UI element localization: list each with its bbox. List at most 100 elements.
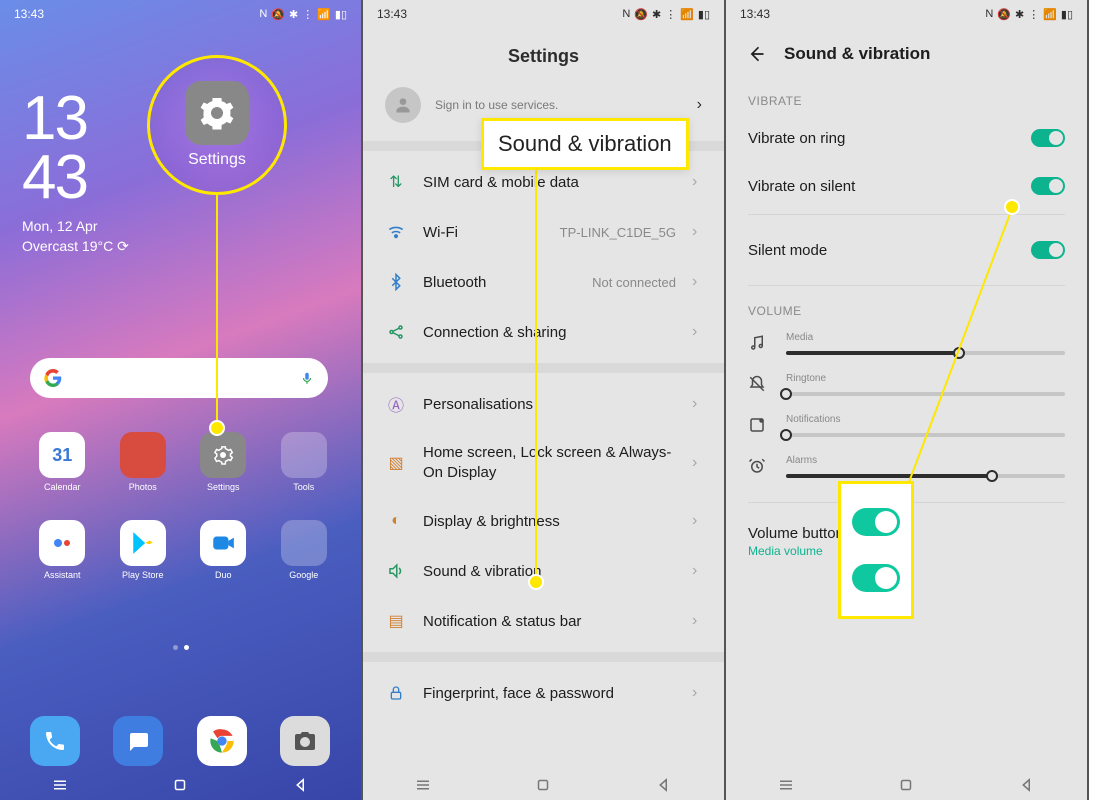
dock bbox=[30, 716, 330, 766]
share-icon bbox=[385, 321, 407, 343]
slider-media[interactable]: Media bbox=[726, 324, 1087, 365]
nav-recent-icon[interactable] bbox=[414, 776, 432, 794]
callout-toggle-2 bbox=[852, 564, 900, 592]
dock-phone[interactable] bbox=[30, 716, 80, 766]
clock-minute: 43 bbox=[22, 149, 129, 208]
home-icon: ▧ bbox=[385, 452, 407, 474]
row-vibrate-ring[interactable]: Vibrate on ring bbox=[726, 114, 1087, 162]
status-bar: 13:43 N🔕✱⋮📶▮▯ bbox=[363, 0, 724, 28]
clock-hour: 13 bbox=[22, 90, 129, 149]
sound-icon bbox=[385, 560, 407, 582]
battery-icon: ▮▯ bbox=[335, 8, 347, 21]
profile-sub: Sign in to use services. bbox=[435, 98, 683, 112]
settings-large-icon[interactable] bbox=[185, 81, 249, 145]
wifi-icon: ⋮ bbox=[302, 8, 313, 21]
row-homescreen[interactable]: ▧Home screen, Lock screen & Always-On Di… bbox=[363, 429, 724, 496]
status-bar: 13:43 N 🔕 ✱ ⋮ 📶 ▮▯ bbox=[0, 0, 361, 28]
status-time: 13:43 bbox=[14, 7, 44, 21]
nav-bar bbox=[0, 770, 361, 800]
app-settings[interactable]: Settings bbox=[189, 432, 258, 492]
settings-list-2: ⒶPersonalisations› ▧Home screen, Lock sc… bbox=[363, 373, 724, 652]
settings-list-1: ⇅SIM card & mobile data› Wi-FiTP-LINK_C1… bbox=[363, 151, 724, 363]
mic-icon[interactable] bbox=[300, 368, 314, 388]
row-sound[interactable]: Sound & vibration› bbox=[363, 546, 724, 596]
dock-chrome[interactable] bbox=[197, 716, 247, 766]
nfc-icon: N bbox=[259, 8, 267, 20]
nav-home-icon[interactable] bbox=[171, 776, 189, 794]
row-bluetooth[interactable]: BluetoothNot connected› bbox=[363, 257, 724, 307]
nav-recent-icon[interactable] bbox=[777, 776, 795, 794]
row-personalisations[interactable]: ⒶPersonalisations› bbox=[363, 379, 724, 429]
header-bar: Sound & vibration bbox=[726, 28, 1087, 80]
slider-notifications[interactable]: Notifications bbox=[726, 406, 1087, 447]
palette-icon: Ⓐ bbox=[385, 393, 407, 415]
app-duo[interactable]: Duo bbox=[189, 520, 258, 580]
app-playstore[interactable]: Play Store bbox=[109, 520, 178, 580]
dock-camera[interactable] bbox=[280, 716, 330, 766]
callout-toggle-1 bbox=[852, 508, 900, 536]
toggle-vibrate-ring[interactable] bbox=[1031, 129, 1065, 147]
row-silent-mode[interactable]: Silent mode bbox=[726, 219, 1087, 281]
lock-icon bbox=[385, 682, 407, 704]
nav-home-icon[interactable] bbox=[534, 776, 552, 794]
settings-list-3: Fingerprint, face & password› bbox=[363, 662, 724, 724]
callout-sound-label: Sound & vibration bbox=[481, 118, 689, 170]
music-icon bbox=[748, 334, 768, 354]
nav-recent-icon[interactable] bbox=[51, 776, 69, 794]
section-vibrate: VIBRATE bbox=[726, 80, 1087, 114]
slider-ringtone[interactable]: Ringtone bbox=[726, 365, 1087, 406]
settings-large-label: Settings bbox=[188, 151, 246, 169]
alarm-icon bbox=[748, 457, 768, 477]
settings-screen: 13:43 N🔕✱⋮📶▮▯ Settings Sign in to use se… bbox=[363, 0, 726, 800]
sim-icon: ⇅ bbox=[385, 171, 407, 193]
google-search-bar[interactable] bbox=[30, 358, 328, 398]
back-arrow-icon[interactable] bbox=[746, 44, 766, 64]
wifi-icon bbox=[385, 221, 407, 243]
status-time: 13:43 bbox=[377, 7, 407, 21]
toggle-silent-mode[interactable] bbox=[1031, 241, 1065, 259]
dock-messages[interactable] bbox=[113, 716, 163, 766]
section-volume: VOLUME bbox=[726, 290, 1087, 324]
google-icon bbox=[44, 369, 62, 387]
page-title: Sound & vibration bbox=[784, 44, 930, 64]
app-assistant[interactable]: Assistant bbox=[28, 520, 97, 580]
app-calendar[interactable]: 31Calendar bbox=[28, 432, 97, 492]
nav-bar bbox=[726, 770, 1087, 800]
app-grid: 31Calendar Photos Settings Tools Assista… bbox=[28, 432, 338, 580]
bluetooth-icon bbox=[385, 271, 407, 293]
callout-settings-circle: Settings bbox=[147, 55, 287, 195]
toggle-vibrate-silent[interactable] bbox=[1031, 177, 1065, 195]
callout-toggles bbox=[838, 481, 914, 619]
app-tools-folder[interactable]: Tools bbox=[270, 432, 339, 492]
weather-text: Overcast 19°C ⟳ bbox=[22, 238, 129, 255]
row-display[interactable]: ◐Display & brightness› bbox=[363, 496, 724, 546]
home-screen: 13:43 N 🔕 ✱ ⋮ 📶 ▮▯ 13 43 Mon, 12 Apr Ove… bbox=[0, 0, 363, 800]
clock-date: Mon, 12 Apr bbox=[22, 218, 129, 234]
nav-back-icon[interactable] bbox=[655, 776, 673, 794]
page-title: Settings bbox=[363, 28, 724, 81]
status-icons: N 🔕 ✱ ⋮ 📶 ▮▯ bbox=[259, 8, 347, 21]
app-google-folder[interactable]: Google bbox=[270, 520, 339, 580]
status-time: 13:43 bbox=[740, 7, 770, 21]
notif-icon bbox=[748, 416, 768, 436]
nav-bar bbox=[363, 770, 724, 800]
clock-widget[interactable]: 13 43 Mon, 12 Apr Overcast 19°C ⟳ bbox=[22, 90, 129, 255]
row-fingerprint[interactable]: Fingerprint, face & password› bbox=[363, 668, 724, 718]
nav-back-icon[interactable] bbox=[1018, 776, 1036, 794]
nav-home-icon[interactable] bbox=[897, 776, 915, 794]
row-connection[interactable]: Connection & sharing› bbox=[363, 307, 724, 357]
mute-icon: 🔕 bbox=[271, 8, 285, 21]
signal-icon: 📶 bbox=[317, 8, 331, 21]
page-indicator bbox=[0, 645, 361, 650]
row-wifi[interactable]: Wi-FiTP-LINK_C1DE_5G› bbox=[363, 207, 724, 257]
status-bar: 13:43 N🔕✱⋮📶▮▯ bbox=[726, 0, 1087, 28]
sound-vibration-screen: 13:43 N🔕✱⋮📶▮▯ Sound & vibration VIBRATE … bbox=[726, 0, 1089, 800]
brightness-icon: ◐ bbox=[385, 510, 407, 532]
row-notification[interactable]: ▤Notification & status bar› bbox=[363, 596, 724, 646]
avatar-icon bbox=[385, 87, 421, 123]
app-photos[interactable]: Photos bbox=[109, 432, 178, 492]
notification-icon: ▤ bbox=[385, 610, 407, 632]
nav-back-icon[interactable] bbox=[292, 776, 310, 794]
row-vibrate-silent[interactable]: Vibrate on silent bbox=[726, 162, 1087, 210]
chevron-right-icon: › bbox=[697, 96, 702, 114]
